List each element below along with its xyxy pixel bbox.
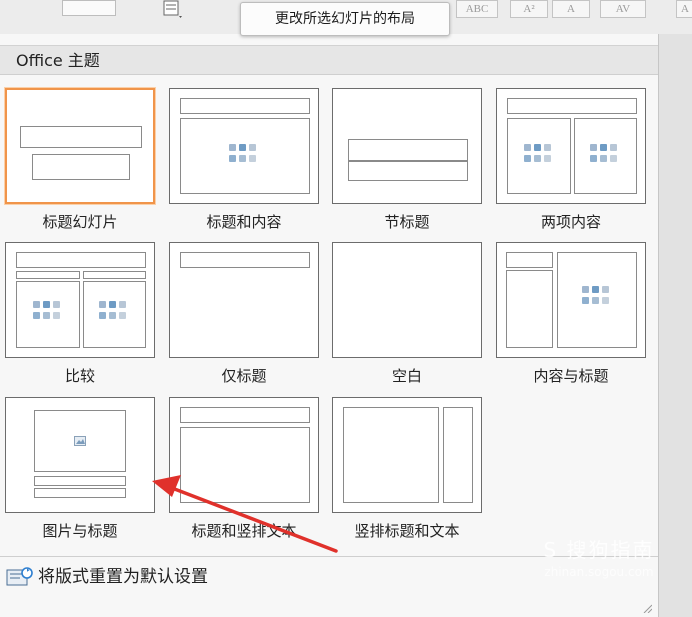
layout-label: 内容与标题 — [533, 367, 609, 385]
layout-thumbnail — [169, 397, 319, 513]
layout-thumbnail — [5, 397, 155, 513]
reset-layout-label: 将版式重置为默认设置 — [38, 567, 208, 587]
layout-label: 图片与标题 — [42, 522, 118, 540]
layout-label: 标题和内容 — [206, 213, 282, 231]
layout-label: 仅标题 — [221, 367, 267, 385]
layout-label: 标题幻灯片 — [42, 213, 118, 231]
content-placeholder-icon — [582, 286, 612, 308]
layout-label: 标题和竖排文本 — [191, 522, 297, 540]
layout-dropdown-icon[interactable] — [162, 0, 184, 20]
layout-label: 两项内容 — [540, 213, 601, 231]
watermark-url: zhinan.sogou.com — [544, 565, 654, 579]
ribbon-font-button[interactable]: A — [552, 0, 590, 18]
layout-thumbnail — [5, 88, 155, 204]
layout-thumbnail — [496, 88, 646, 204]
content-placeholder-icon — [33, 301, 63, 323]
ribbon-layout-button[interactable] — [62, 0, 116, 16]
layout-thumbnail — [5, 242, 155, 358]
picture-icon — [74, 436, 86, 446]
layout-picture-with-caption[interactable]: 图片与标题 — [5, 397, 157, 545]
layout-thumbnail — [332, 397, 482, 513]
layout-title-slide[interactable]: 标题幻灯片 — [5, 88, 157, 236]
layout-label: 竖排标题和文本 — [354, 522, 460, 540]
ribbon-char-spacing-button[interactable]: AV — [600, 0, 646, 18]
layout-label: 节标题 — [384, 213, 430, 231]
content-placeholder-icon — [590, 144, 620, 166]
layout-blank[interactable]: 空白 — [332, 242, 484, 390]
layout-label: 比较 — [64, 367, 95, 385]
layout-title-only[interactable]: 仅标题 — [169, 242, 321, 390]
layout-thumbnail — [169, 242, 319, 358]
layout-thumbnail — [332, 88, 482, 204]
layout-thumbnail — [169, 88, 319, 204]
content-placeholder-icon — [99, 301, 129, 323]
layout-comparison[interactable]: 比较 — [5, 242, 157, 390]
layout-tooltip: 更改所选幻灯片的布局 — [240, 2, 450, 36]
watermark-brand: S 搜狗指南 — [543, 538, 655, 562]
reset-layout-icon — [6, 567, 33, 586]
ribbon-text-button-1[interactable]: ABC — [456, 0, 498, 18]
layout-vertical-title-and-text[interactable]: 竖排标题和文本 — [332, 397, 484, 545]
layout-gallery-panel: Office 主题 标题幻灯片 标题和内容 节标题 两项内容 比较 仅标题 空白… — [0, 34, 659, 617]
layout-thumbnail — [332, 242, 482, 358]
layout-section-header[interactable]: 节标题 — [332, 88, 484, 236]
layout-content-with-caption[interactable]: 内容与标题 — [496, 242, 648, 390]
ribbon-font-color-button[interactable]: A — [676, 0, 692, 18]
layout-thumbnail — [496, 242, 646, 358]
content-placeholder-icon — [524, 144, 554, 166]
layout-title-and-vertical-text[interactable]: 标题和竖排文本 — [169, 397, 321, 545]
content-placeholder-icon — [229, 144, 259, 166]
resize-grip-icon[interactable] — [642, 603, 652, 613]
watermark: S 搜狗指南 zhinan.sogou.com — [514, 534, 684, 594]
gallery-section-title: Office 主题 — [0, 45, 658, 75]
ribbon-superscript-button[interactable]: A² — [510, 0, 548, 18]
layout-two-content[interactable]: 两项内容 — [496, 88, 648, 236]
layout-title-and-content[interactable]: 标题和内容 — [169, 88, 321, 236]
app-background-strip — [658, 34, 692, 617]
layout-label: 空白 — [391, 367, 422, 385]
